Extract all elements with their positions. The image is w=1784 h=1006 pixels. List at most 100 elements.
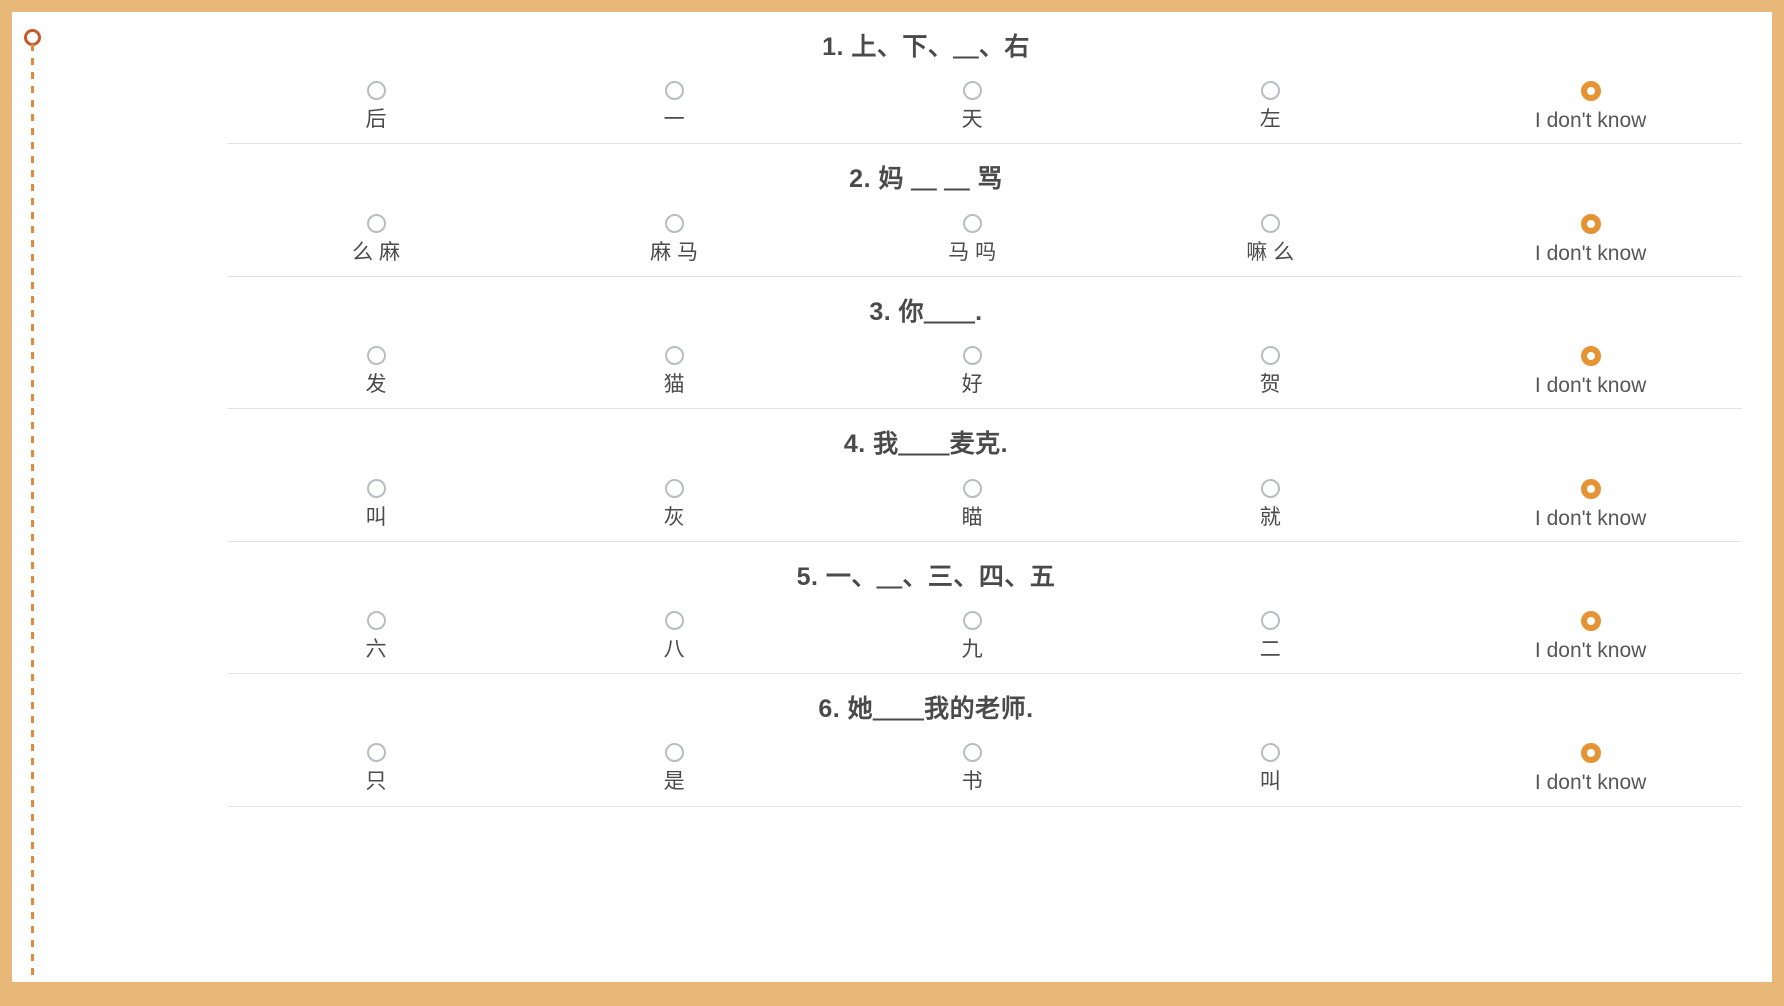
option-choice[interactable]: I don't know: [1419, 81, 1762, 133]
radio-unselected-icon[interactable]: [366, 611, 386, 630]
radio-unselected-icon[interactable]: [664, 81, 684, 101]
option-label: 就: [1259, 505, 1281, 529]
option-choice[interactable]: 一: [525, 81, 823, 132]
radio-unselected-icon[interactable]: [664, 346, 684, 366]
option-label: 发: [365, 373, 387, 397]
question-block: 4. 我＿＿麦克. 叫 灰 瞄 就 I don't know: [72, 409, 1762, 542]
radio-selected-icon[interactable]: [1580, 611, 1601, 631]
option-label: 嘛 么: [1246, 240, 1295, 264]
radio-selected-icon[interactable]: [1580, 346, 1601, 367]
question-block: 3. 你＿＿. 发 猫 好 贺 I don't know: [72, 277, 1762, 410]
radio-unselected-icon[interactable]: [664, 478, 684, 498]
radio-unselected-icon[interactable]: [1260, 346, 1280, 366]
option-choice[interactable]: 只: [227, 743, 525, 794]
option-label: 叫: [1259, 770, 1281, 794]
option-choice[interactable]: 好: [823, 346, 1121, 397]
option-choice[interactable]: I don't know: [1419, 346, 1762, 398]
option-label: 是: [663, 770, 685, 794]
question-title: 1. 上、下、＿、右: [822, 33, 1030, 61]
question-title: 5. 一、＿、三、四、五: [796, 562, 1056, 591]
option-label: 左: [1259, 108, 1281, 132]
option-choice[interactable]: 天: [823, 81, 1121, 132]
option-choice[interactable]: 书: [823, 743, 1121, 794]
radio-unselected-icon[interactable]: [1260, 213, 1280, 233]
radio-unselected-icon[interactable]: [366, 478, 386, 498]
radio-selected-icon[interactable]: [1580, 478, 1601, 499]
option-choice[interactable]: 后: [227, 81, 525, 132]
radio-unselected-icon[interactable]: [664, 213, 684, 233]
option-choice[interactable]: I don't know: [1419, 478, 1762, 531]
option-label: 好: [961, 373, 983, 397]
option-choice[interactable]: 灰: [525, 478, 823, 530]
options-row: 六 八 九 二 I don't know: [72, 597, 1762, 673]
option-label: 只: [365, 770, 387, 794]
option-label: I don't know: [1534, 506, 1647, 530]
option-choice[interactable]: 瞄: [823, 478, 1121, 530]
option-label: 叫: [365, 505, 387, 529]
question-list: 1. 上、下、＿、右后 一 天 左 I don't know 2. 妈 ＿ ＿ 骂么 麻 麻…: [12, 12, 1772, 807]
option-choice[interactable]: 是: [525, 743, 823, 794]
quiz-page: 1. 上、下、＿、右后 一 天 左 I don't know 2. 妈 ＿ ＿ 骂么 麻 麻…: [12, 12, 1772, 982]
radio-unselected-icon[interactable]: [366, 346, 386, 366]
question-separator: [227, 805, 1742, 807]
option-label: I don't know: [1534, 771, 1647, 795]
option-choice[interactable]: 马 吗: [823, 213, 1121, 265]
options-row: 后 一 天 左 I don't know: [72, 67, 1762, 143]
radio-unselected-icon[interactable]: [1260, 81, 1280, 101]
radio-unselected-icon[interactable]: [366, 213, 386, 233]
radio-unselected-icon[interactable]: [1260, 478, 1280, 498]
page-frame: 1. 上、下、＿、右后 一 天 左 I don't know 2. 妈 ＿ ＿ 骂么 麻 麻…: [0, 0, 1784, 1006]
radio-selected-icon[interactable]: [1580, 213, 1601, 234]
question-block: 6. 她＿＿我的老师. 只 是 书 叫 I don't know: [72, 674, 1762, 807]
option-label: 九: [961, 638, 983, 661]
option-choice[interactable]: 么 麻: [227, 213, 525, 265]
radio-unselected-icon[interactable]: [962, 478, 982, 498]
option-choice[interactable]: 九: [823, 611, 1121, 662]
option-label: 书: [961, 770, 983, 794]
radio-unselected-icon[interactable]: [664, 611, 684, 630]
radio-unselected-icon[interactable]: [1260, 611, 1280, 630]
options-row: 发 猫 好 贺 I don't know: [72, 332, 1762, 408]
radio-unselected-icon[interactable]: [366, 81, 386, 101]
option-label: 猫: [663, 373, 685, 397]
option-choice[interactable]: I don't know: [1419, 213, 1762, 266]
question-block: 5. 一、＿、三、四、五六 八 九 二 I don't know: [72, 542, 1762, 675]
options-row: 么 麻 麻 马 马 吗 嘛 么 I don't know: [72, 200, 1762, 276]
options-row: 叫 灰 瞄 就 I don't know: [72, 465, 1762, 541]
option-label: 麻 马: [650, 240, 699, 264]
radio-unselected-icon[interactable]: [962, 346, 982, 366]
option-label: 一: [663, 108, 685, 132]
question-title: 6. 她＿＿我的老师.: [818, 695, 1034, 724]
option-label: 六: [365, 638, 387, 661]
radio-unselected-icon[interactable]: [962, 611, 982, 630]
option-choice[interactable]: 二: [1121, 611, 1419, 662]
radio-unselected-icon[interactable]: [1260, 743, 1280, 763]
option-choice[interactable]: 麻 马: [525, 213, 823, 265]
question-title: 4. 我＿＿麦克.: [843, 430, 1009, 459]
option-label: I don't know: [1534, 241, 1647, 265]
option-label: 么 麻: [352, 240, 400, 264]
radio-unselected-icon[interactable]: [962, 743, 982, 763]
option-choice[interactable]: 叫: [1121, 743, 1419, 794]
radio-unselected-icon[interactable]: [366, 743, 386, 763]
question-block: 1. 上、下、＿、右后 一 天 左 I don't know: [72, 12, 1762, 145]
option-choice[interactable]: 就: [1121, 478, 1419, 530]
radio-unselected-icon[interactable]: [664, 743, 684, 763]
radio-unselected-icon[interactable]: [962, 213, 982, 233]
option-label: 天: [961, 108, 983, 132]
option-choice[interactable]: 发: [227, 346, 525, 397]
option-choice[interactable]: 八: [525, 611, 823, 662]
radio-selected-icon[interactable]: [1580, 743, 1601, 764]
option-choice[interactable]: 贺: [1121, 346, 1419, 397]
option-choice[interactable]: 叫: [227, 478, 525, 530]
option-choice[interactable]: I don't know: [1419, 743, 1762, 795]
option-choice[interactable]: 嘛 么: [1121, 213, 1419, 265]
option-label: 瞄: [961, 505, 983, 529]
radio-selected-icon[interactable]: [1580, 81, 1601, 102]
option-label: 后: [365, 108, 387, 132]
option-choice[interactable]: I don't know: [1419, 611, 1762, 663]
option-choice[interactable]: 六: [227, 611, 525, 662]
radio-unselected-icon[interactable]: [962, 81, 982, 101]
option-choice[interactable]: 猫: [525, 346, 823, 397]
option-choice[interactable]: 左: [1121, 81, 1419, 132]
